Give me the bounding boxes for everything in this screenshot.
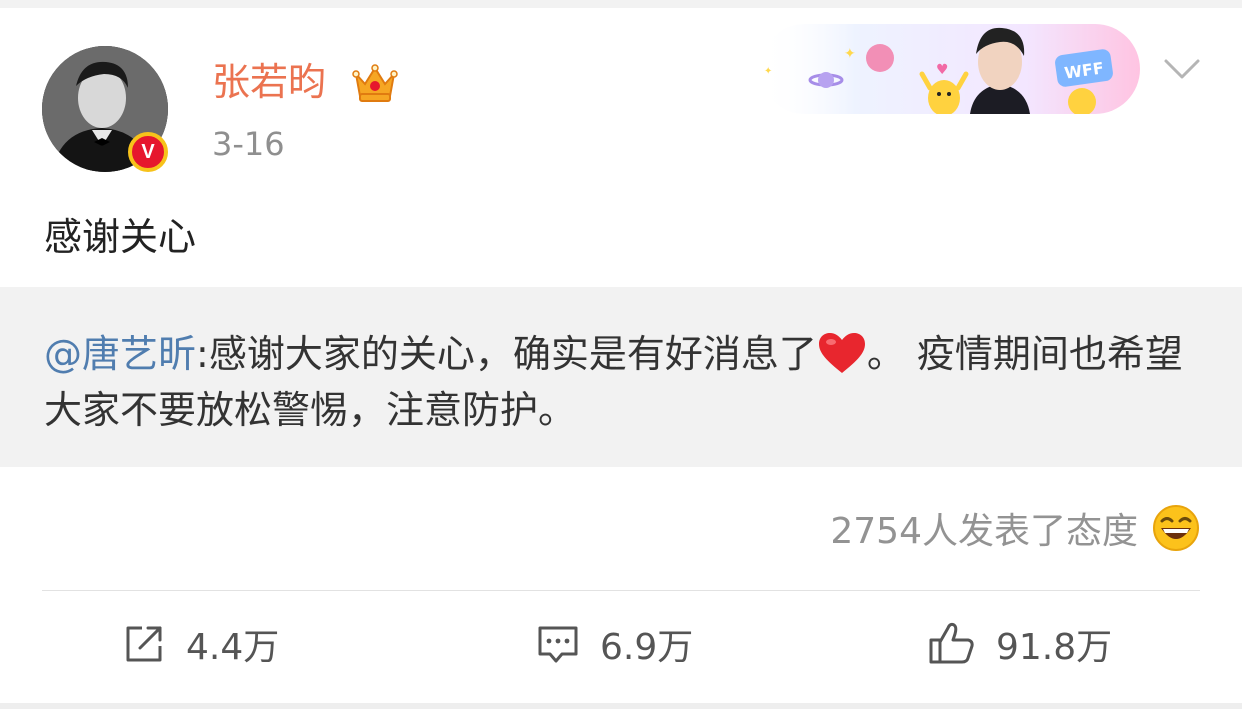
thumbs-up-icon <box>929 622 974 664</box>
svg-text:✦: ✦ <box>844 46 856 62</box>
red-heart-icon <box>818 333 865 373</box>
attitude-label: 2754人发表了态度 <box>830 511 1138 552</box>
repost-button[interactable]: 4.4万 <box>122 612 279 676</box>
comment-button[interactable]: 6.9万 <box>536 612 693 676</box>
chevron-down-icon[interactable] <box>1162 56 1202 82</box>
comment-count: 6.9万 <box>600 627 694 668</box>
repost-text-part-1: :感谢大家的关心，确实是有好消息了 <box>196 332 817 376</box>
like-count: 91.8万 <box>996 627 1113 668</box>
repost-count: 4.4万 <box>186 627 280 668</box>
crown-icon[interactable] <box>352 62 398 104</box>
planet-icon <box>866 44 894 72</box>
divider <box>42 590 1200 591</box>
repost-text: @唐艺昕:感谢大家的关心，确实是有好消息了。 疫情期间也希望大家不要放松警惕，注… <box>44 326 1204 438</box>
post-text: 感谢关心 <box>44 215 197 259</box>
comment-icon <box>538 626 578 663</box>
svg-text:♥: ♥ <box>936 62 949 78</box>
attitude-summary[interactable]: 2754人发表了态度 <box>830 500 1200 556</box>
like-button[interactable]: 91.8万 <box>928 612 1112 676</box>
svg-text:✦: ✦ <box>764 66 772 77</box>
verified-badge-icon: V <box>128 132 168 172</box>
mention-link[interactable]: @唐艺昕 <box>44 332 196 376</box>
repost-icon <box>126 626 162 662</box>
bottom-strip <box>0 703 1242 709</box>
laughing-face-icon <box>1153 505 1199 551</box>
username[interactable]: 张若昀 <box>212 58 326 106</box>
fan-banner[interactable]: ✦ ✦ ♥ WFF <box>760 18 1140 114</box>
post-time: 3-16 <box>212 125 285 163</box>
